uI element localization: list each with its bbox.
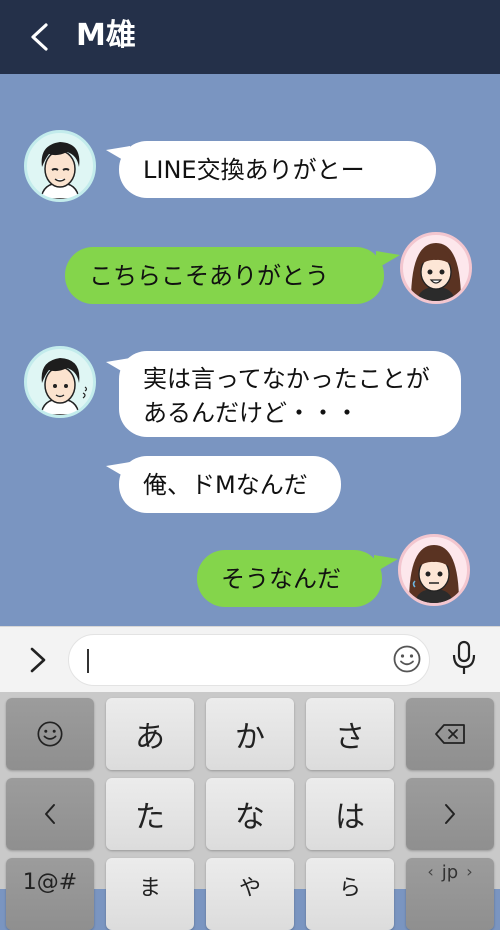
symbol-mode-key[interactable]: 1@#	[6, 858, 94, 930]
key-sa[interactable]: さ	[306, 698, 394, 770]
text-caret	[87, 649, 89, 673]
key-ka[interactable]: か	[206, 698, 294, 770]
key-ra[interactable]: ら	[306, 858, 394, 930]
key-ha[interactable]: は	[306, 778, 394, 850]
key-ta[interactable]: た	[106, 778, 194, 850]
avatar-male[interactable]	[24, 130, 96, 202]
key-a[interactable]: あ	[106, 698, 194, 770]
avatar-male[interactable]	[24, 346, 96, 418]
chat-area[interactable]: LINE交換ありがとー こちらこそありがとう 実は言ってなかったことが あるんだ…	[0, 74, 500, 626]
message-text-line: あるんだけど・・・	[143, 399, 359, 427]
backspace-icon	[435, 724, 465, 744]
message-text: そうなんだ	[221, 564, 341, 593]
emoji-icon	[37, 721, 63, 747]
female-portrait-icon	[409, 545, 459, 603]
chat-header: M雄	[0, 0, 500, 74]
message-text: LINE交換ありがとー	[143, 155, 365, 184]
cursor-left-key[interactable]	[6, 778, 94, 850]
male-portrait-icon	[40, 358, 88, 415]
microphone-icon[interactable]	[451, 640, 477, 676]
message-bubble-received[interactable]: LINE交換ありがとー	[119, 141, 436, 198]
message-input[interactable]	[68, 634, 430, 686]
backspace-key[interactable]	[406, 698, 494, 770]
back-arrow-icon[interactable]	[24, 20, 58, 54]
key-ya[interactable]: や	[206, 858, 294, 930]
avatar-female[interactable]	[398, 534, 470, 606]
language-switch-key[interactable]: ‹ jp ›	[406, 858, 494, 930]
keyboard: あ か さ た な は 1@# ま や ら ‹ jp ›	[0, 692, 500, 930]
emoji-key[interactable]	[6, 698, 94, 770]
key-ma[interactable]: ま	[106, 858, 194, 930]
message-text: 俺、ドMなんだ	[143, 470, 308, 499]
key-na[interactable]: な	[206, 778, 294, 850]
message-bubble-received[interactable]: 俺、ドMなんだ	[119, 456, 341, 513]
chat-title: M雄	[76, 18, 136, 53]
bubble-tail	[374, 555, 398, 573]
language-label: jp	[441, 862, 459, 883]
avatar-female[interactable]	[400, 232, 472, 304]
message-text-line: 実は言ってなかったことが	[143, 365, 430, 393]
female-portrait-icon	[411, 243, 461, 301]
message-text: こちらこそありがとう	[89, 261, 329, 290]
bubble-tail	[376, 251, 400, 269]
chevron-left-icon: ‹	[427, 862, 434, 881]
message-bubble-received[interactable]: 実は言ってなかったことが あるんだけど・・・	[119, 351, 461, 437]
chevron-right-icon	[445, 804, 455, 824]
chevron-left-icon	[45, 804, 55, 824]
message-bubble-sent[interactable]: こちらこそありがとう	[65, 247, 384, 304]
emoji-icon[interactable]	[392, 644, 422, 674]
male-portrait-icon	[40, 142, 80, 199]
chevron-right-icon[interactable]	[25, 645, 51, 675]
message-input-bar	[0, 626, 500, 693]
cursor-right-key[interactable]	[406, 778, 494, 850]
chevron-right-icon: ›	[466, 862, 473, 881]
message-bubble-sent[interactable]: そうなんだ	[197, 550, 382, 607]
